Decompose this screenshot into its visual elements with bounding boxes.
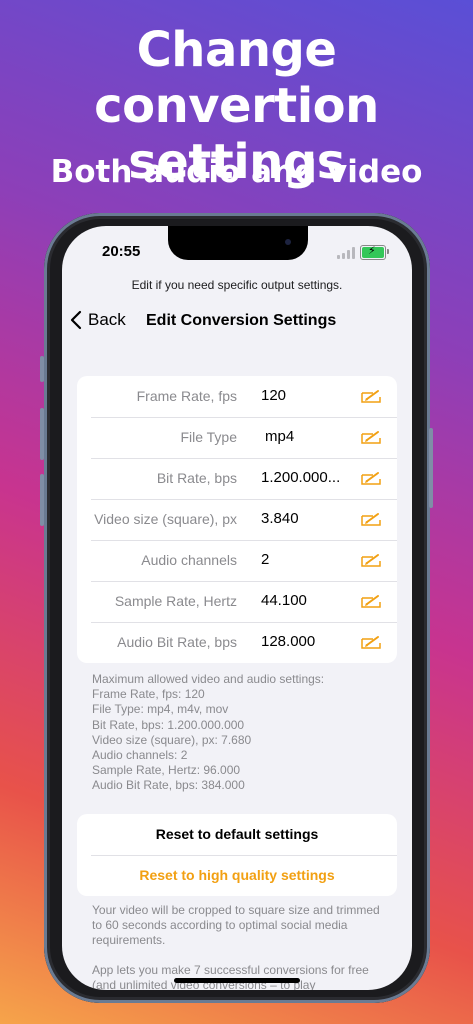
setting-value[interactable]: 2 (261, 551, 351, 568)
setting-row-frame-rate[interactable]: Frame Rate, fps 120 (91, 376, 397, 418)
limits-line: Audio channels: 2 (92, 748, 188, 763)
setting-label: Sample Rate, Hertz (114, 593, 237, 609)
notch (168, 226, 308, 260)
page-title: Edit Conversion Settings (146, 312, 337, 329)
setting-label: Audio channels (141, 552, 237, 568)
setting-label: Bit Rate, bps (156, 470, 237, 486)
setting-row-video-size[interactable]: Video size (square), px 3.840 (91, 499, 397, 541)
setting-label: Frame Rate, fps (136, 388, 237, 404)
setting-value[interactable]: 128.000 (261, 633, 351, 650)
limits-line: Sample Rate, Hertz: 96.000 (92, 763, 241, 778)
edit-icon[interactable] (361, 389, 381, 403)
chevron-left-icon (70, 310, 82, 330)
reset-high-quality-button[interactable]: Reset to high quality settings (91, 855, 397, 896)
edit-icon[interactable] (361, 471, 381, 485)
limits-line: Bit Rate, bps: 1.200.000.000 (92, 717, 245, 732)
limits-line: Audio Bit Rate, bps: 384.000 (92, 778, 245, 793)
volume-up-button (40, 408, 44, 460)
back-button-label: Back (88, 310, 126, 329)
hero-subtitle: Both audio and video (50, 154, 423, 190)
setting-value[interactable]: 120 (261, 387, 351, 404)
setting-row-file-type[interactable]: File Type mp4 (91, 417, 397, 459)
battery-fill: ⚡ (362, 244, 384, 258)
navigation-bar: Back Edit Conversion Settings (62, 310, 412, 334)
edit-icon[interactable] (361, 635, 381, 649)
setting-value[interactable]: mp4 (265, 428, 355, 445)
limits-line: File Type: mp4, m4v, mov (92, 702, 229, 717)
status-bar-time: 20:55 (102, 243, 141, 260)
limits-info: Maximum allowed video and audio settings… (92, 672, 324, 794)
actions-card: Reset to default settings Reset to high … (77, 814, 397, 896)
setting-value[interactable]: 44.100 (261, 592, 351, 609)
edit-icon[interactable] (361, 594, 381, 608)
back-button[interactable]: Back (70, 310, 126, 330)
limits-line: Video size (square), px: 7.680 (92, 732, 252, 747)
setting-label: Video size (square), px (94, 511, 237, 527)
edit-icon[interactable] (361, 430, 381, 444)
setting-label: File Type (180, 429, 237, 445)
edit-icon[interactable] (361, 553, 381, 567)
silent-switch (40, 356, 44, 382)
phone-screen: 20:55 ⚡ Edit if you need specific output… (62, 226, 412, 990)
power-button (429, 428, 433, 508)
limits-line: Maximum allowed video and audio settings… (92, 672, 325, 686)
volume-down-button (40, 474, 44, 526)
setting-row-audio-bit-rate[interactable]: Audio Bit Rate, bps 128.000 (91, 622, 397, 663)
setting-value[interactable]: 3.840 (261, 510, 351, 527)
charging-bolt-icon: ⚡ (368, 244, 376, 257)
hero-title-line1: Change convertion (94, 22, 379, 134)
settings-card: Frame Rate, fps 120 File Type mp4 Bit Ra… (77, 376, 397, 663)
setting-row-bit-rate[interactable]: Bit Rate, bps 1.200.000... (91, 458, 397, 500)
reset-default-button[interactable]: Reset to default settings (91, 814, 397, 856)
setting-value[interactable]: 1.200.000... (261, 469, 351, 486)
settings-hint: Edit if you need specific output setting… (131, 278, 343, 292)
crop-note: Your video will be cropped to square siz… (92, 903, 380, 948)
camera-dot (285, 239, 291, 245)
signal-icon (337, 247, 357, 259)
battery-cap (387, 249, 389, 254)
limits-line: Frame Rate, fps: 120 (92, 687, 205, 702)
home-indicator[interactable] (174, 978, 300, 983)
edit-icon[interactable] (361, 512, 381, 526)
setting-row-audio-channels[interactable]: Audio channels 2 (91, 540, 397, 582)
setting-label: Audio Bit Rate, bps (117, 634, 237, 650)
free-conversions-note: App lets you make 7 successful conversio… (92, 963, 369, 990)
setting-row-sample-rate[interactable]: Sample Rate, Hertz 44.100 (91, 581, 397, 623)
battery-icon: ⚡ (360, 244, 386, 260)
